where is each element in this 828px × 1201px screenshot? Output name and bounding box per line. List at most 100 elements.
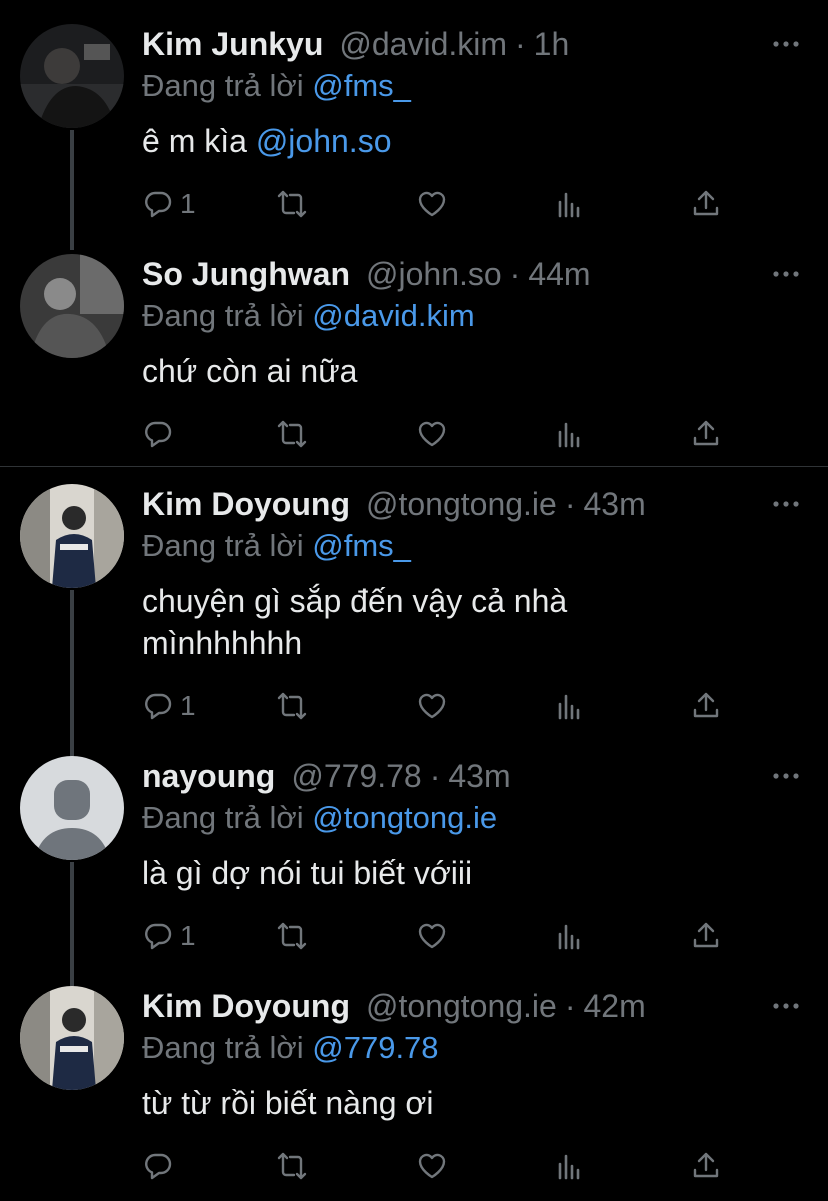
tweet[interactable]: Kim Doyoung @tongtong.ie · 42m Đang trả lời… [0,986,828,1196]
display-name[interactable]: Kim Doyoung [142,486,350,522]
retweet-button[interactable] [276,1146,308,1186]
retweet-icon [277,1152,307,1180]
retweet-button[interactable] [276,916,308,956]
tweet[interactable]: So Junghwan @john.so · 44m Đang trả lời @da… [0,254,828,464]
reply-icon [145,693,172,720]
tweet[interactable]: Kim Doyoung @tongtong.ie · 43m Đang trả lời… [0,484,828,734]
replying-to: Đang trả lời @david.kim [142,296,475,336]
heart-icon [418,923,446,949]
share-button[interactable] [690,414,722,454]
display-name[interactable]: So Junghwan [142,256,350,292]
timestamp[interactable]: 43m [583,486,645,522]
separator-dot: · [515,26,526,62]
retweet-button[interactable] [276,414,308,454]
share-button[interactable] [690,686,722,726]
display-name[interactable]: Kim Junkyu [142,26,323,62]
tweet-text: là gì dợ nói tui biết vớiii [142,855,473,891]
like-button[interactable] [416,1146,448,1186]
views-button[interactable] [554,916,586,956]
user-handle[interactable]: @779.78 [291,758,421,794]
replying-prefix: Đang trả lời [142,528,304,563]
more-icon[interactable] [772,484,800,524]
reply-mention[interactable]: @fms_ [312,68,411,103]
share-icon [693,420,719,446]
reply-icon [145,1153,172,1180]
views-button[interactable] [554,184,586,224]
more-icon[interactable] [772,24,800,64]
reply-button[interactable] [142,1146,180,1186]
reply-button[interactable] [142,414,180,454]
display-name[interactable]: Kim Doyoung [142,988,350,1024]
reply-mention[interactable]: @tongtong.ie [312,800,497,835]
separator-dot: · [564,988,576,1024]
share-button[interactable] [690,916,722,956]
avatar[interactable] [20,756,124,860]
user-handle[interactable]: @david.kim [339,26,507,62]
timestamp[interactable]: 42m [583,988,645,1024]
reply-mention[interactable]: @fms_ [312,528,411,563]
avatar[interactable] [20,484,124,588]
retweet-icon [277,190,307,218]
tweet[interactable]: nayoung @779.78 · 43m Đang trả lời @tongton… [0,756,828,966]
avatar[interactable] [20,986,124,1090]
tweet-header: nayoung @779.78 · 43m [142,756,511,796]
reply-mention[interactable]: @david.kim [312,298,474,333]
more-icon[interactable] [772,756,800,796]
like-button[interactable] [416,184,448,224]
reply-count: 1 [180,920,196,951]
separator-dot: · [429,758,441,794]
more-icon[interactable] [772,254,800,294]
action-bar: 1 [142,184,742,224]
reply-icon [145,191,172,218]
reply-button[interactable]: 1 [142,184,196,224]
share-button[interactable] [690,184,722,224]
analytics-icon [558,1154,580,1180]
retweet-icon [277,692,307,720]
timestamp[interactable]: 1h [534,26,570,62]
replying-to: Đang trả lời @fms_ [142,526,411,566]
tweet-header: Kim Junkyu @david.kim · 1h [142,24,569,64]
user-handle[interactable]: @john.so [366,256,502,292]
timestamp[interactable]: 43m [448,758,510,794]
more-icon[interactable] [772,986,800,1026]
reply-button[interactable]: 1 [142,916,196,956]
analytics-icon [558,694,580,720]
replying-to: Đang trả lời @tongtong.ie [142,798,497,838]
display-name[interactable]: nayoung [142,758,275,794]
heart-icon [418,693,446,719]
analytics-icon [558,924,580,950]
timestamp[interactable]: 44m [528,256,590,292]
avatar[interactable] [20,24,124,128]
retweet-icon [277,922,307,950]
share-button[interactable] [690,1146,722,1186]
reply-count: 1 [180,690,196,721]
thread-divider [0,466,828,467]
action-bar [142,1146,742,1186]
views-button[interactable] [554,1146,586,1186]
share-icon [693,692,719,718]
text-mention[interactable]: @john.so [256,123,392,159]
tweet-header: So Junghwan @john.so · 44m [142,254,591,294]
replying-prefix: Đang trả lời [142,68,304,103]
like-button[interactable] [416,916,448,956]
analytics-icon [558,192,580,218]
like-button[interactable] [416,686,448,726]
like-button[interactable] [416,414,448,454]
replying-prefix: Đang trả lời [142,1030,304,1065]
user-handle[interactable]: @tongtong.ie [366,988,557,1024]
reply-mention[interactable]: @779.78 [312,1030,438,1065]
user-handle[interactable]: @tongtong.ie [366,486,557,522]
views-button[interactable] [554,414,586,454]
retweet-button[interactable] [276,686,308,726]
avatar[interactable] [20,254,124,358]
heart-icon [418,191,446,217]
reply-button[interactable]: 1 [142,686,196,726]
tweet-text: ê m kìa @john.so [142,120,782,162]
action-bar [142,414,742,454]
action-bar: 1 [142,686,742,726]
tweet[interactable]: Kim Junkyu @david.kim · 1h Đang trả lời @fm… [0,24,828,234]
tweet-text: chuyện gì sắp đến vậy cả nhà mìnhhhhhh [142,583,568,661]
views-button[interactable] [554,686,586,726]
retweet-button[interactable] [276,184,308,224]
replying-to: Đang trả lời @fms_ [142,66,411,106]
